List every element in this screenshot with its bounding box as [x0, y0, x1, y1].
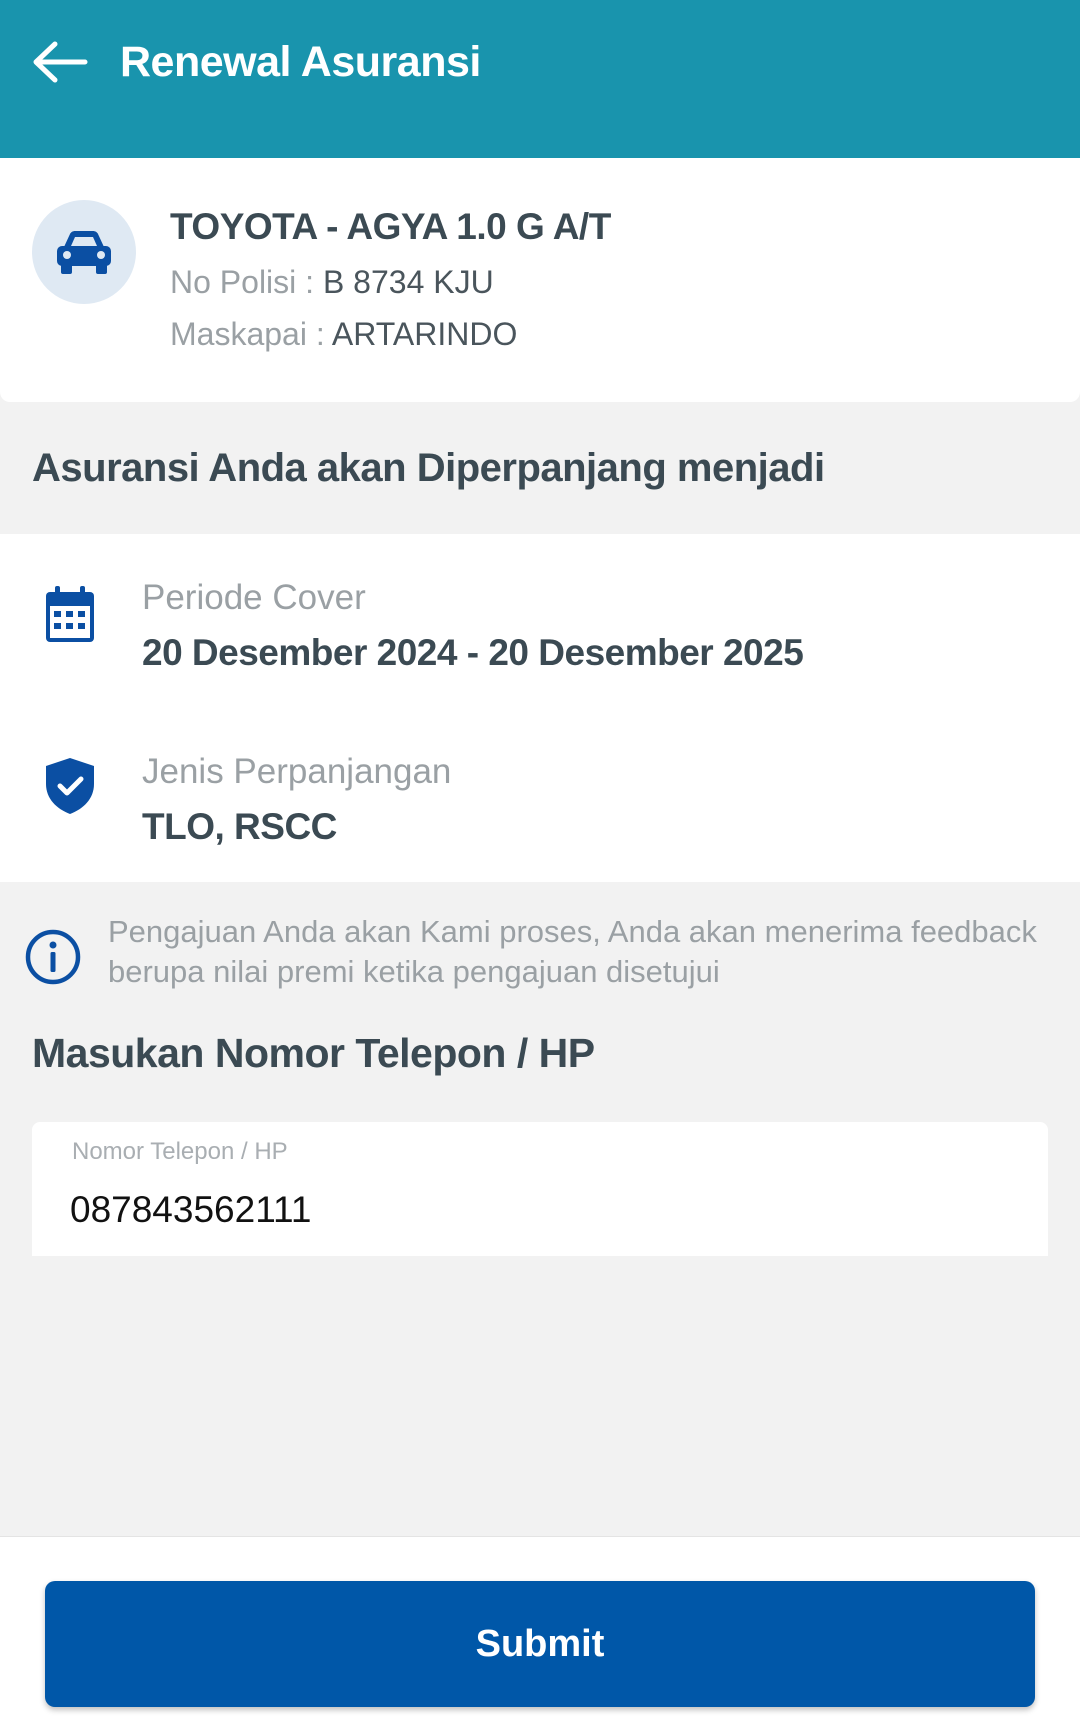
- app-bar: Renewal Asuransi: [0, 0, 1080, 158]
- phone-field-label: Nomor Telepon / HP: [72, 1138, 288, 1165]
- cover-period-value: 20 Desember 2024 - 20 Desember 2025: [142, 632, 804, 673]
- vehicle-name: TOYOTA - AGYA 1.0 G A/T: [170, 206, 611, 247]
- phone-input[interactable]: [70, 1182, 1010, 1238]
- phone-field[interactable]: Nomor Telepon / HP: [32, 1122, 1048, 1256]
- back-button[interactable]: [28, 30, 92, 94]
- insurer-row: Maskapai : ARTARINDO: [170, 316, 517, 353]
- renewal-type-value: TLO, RSCC: [142, 806, 337, 847]
- renewal-type-label: Jenis Perpanjangan: [142, 752, 452, 791]
- policy-number-label: No Polisi :: [170, 264, 323, 300]
- insurer-label: Maskapai :: [170, 316, 332, 352]
- bottom-bar: Submit: [0, 1536, 1080, 1731]
- policy-number-value: B 8734 KJU: [322, 264, 494, 300]
- renewal-details: Periode Cover 20 Desember 2024 - 20 Dese…: [0, 534, 1080, 882]
- shield-check-icon: [46, 758, 94, 814]
- car-icon: [57, 231, 111, 274]
- vehicle-card: TOYOTA - AGYA 1.0 G A/T No Polisi : B 87…: [0, 158, 1080, 402]
- info-note: Pengajuan Anda akan Kami proses, Anda ak…: [108, 914, 1037, 989]
- policy-number-row: No Polisi : B 8734 KJU: [170, 264, 494, 301]
- renewal-screen: Renewal Asuransi TOYOTA - AGYA 1.0 G A/T…: [0, 0, 1080, 1731]
- calendar-icon: [46, 586, 94, 642]
- phone-heading: Masukan Nomor Telepon / HP: [32, 1030, 595, 1076]
- cover-period-label: Periode Cover: [142, 578, 366, 617]
- page-title: Renewal Asuransi: [120, 38, 481, 86]
- insurer-value: ARTARINDO: [331, 316, 518, 352]
- info-icon: [25, 929, 81, 985]
- renewal-heading: Asuransi Anda akan Diperpanjang menjadi: [32, 446, 825, 490]
- submit-button[interactable]: Submit: [45, 1581, 1035, 1707]
- car-avatar: [32, 200, 136, 304]
- arrow-left-icon: [33, 41, 88, 83]
